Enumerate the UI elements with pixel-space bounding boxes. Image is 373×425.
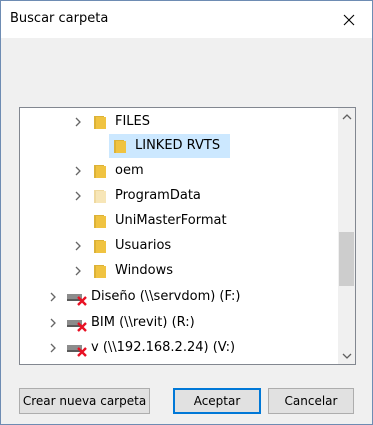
folder-icon (94, 215, 106, 228)
tree-item-label: LINKED RVTS (135, 138, 221, 153)
disconnected-network-drive-icon (67, 320, 87, 332)
chevron-down-icon (342, 353, 351, 359)
chevron-right-icon[interactable] (48, 317, 58, 329)
tree-item-label: ProgramData (115, 188, 201, 203)
close-icon (343, 14, 355, 25)
new-folder-button[interactable]: Crear nueva carpeta (19, 388, 150, 414)
tree-item-label: v (\\192.168.2.24) (V:) (91, 340, 236, 355)
tree-item-unimasterformat[interactable]: UniMasterFormat (20, 209, 337, 233)
folder-icon (94, 240, 106, 253)
tree-item-drive-r[interactable]: BIM (\\revit) (R:) (20, 311, 337, 335)
cancel-button[interactable]: Cancelar (268, 388, 354, 414)
folder-icon (94, 116, 106, 129)
folder-icon (94, 165, 106, 178)
chevron-right-icon[interactable] (48, 291, 58, 303)
tree-item-label: FILES (115, 114, 151, 129)
tree-item-label: BIM (\\revit) (R:) (91, 315, 195, 330)
tree-item-label: Diseño (\\servdom) (F:) (91, 289, 241, 304)
tree-item-label: UniMasterFormat (115, 213, 227, 228)
vertical-scrollbar[interactable] (338, 108, 355, 364)
tree-item-drive-v[interactable]: v (\\192.168.2.24) (V:) (20, 336, 337, 360)
accept-button[interactable]: Aceptar (173, 388, 261, 414)
hidden-folder-icon (94, 190, 106, 203)
tree-item-linked-rvts[interactable]: LINKED RVTS (20, 134, 337, 158)
chevron-right-icon[interactable] (73, 265, 83, 277)
tree-item-drive-f[interactable]: Diseño (\\servdom) (F:) (20, 285, 337, 309)
dialog-title: Buscar carpeta (10, 11, 109, 26)
tree-item-programdata[interactable]: ProgramData (20, 184, 337, 208)
scrollbar-thumb[interactable] (339, 232, 354, 286)
disconnected-network-drive-icon (67, 345, 87, 357)
chevron-right-icon[interactable] (73, 240, 83, 252)
chevron-right-icon[interactable] (73, 116, 83, 128)
chevron-right-icon[interactable] (73, 165, 83, 177)
tree-item-files[interactable]: FILES (20, 110, 337, 134)
folder-icon (114, 140, 126, 153)
tree-item-usuarios[interactable]: Usuarios (20, 234, 337, 258)
folder-tree[interactable]: FILES LINKED RVTS oem ProgramData UniMas… (19, 107, 356, 365)
chevron-up-icon (342, 113, 351, 119)
chevron-right-icon[interactable] (48, 342, 58, 354)
chevron-right-icon[interactable] (73, 190, 83, 202)
title-bar: Buscar carpeta (1, 1, 372, 38)
tree-item-windows[interactable]: Windows (20, 259, 337, 283)
tree-item-oem[interactable]: oem (20, 159, 337, 183)
folder-icon (94, 265, 106, 278)
disconnected-network-drive-icon (67, 294, 87, 306)
close-button[interactable] (326, 1, 372, 38)
tree-item-label: Usuarios (115, 238, 172, 253)
tree-item-label: Windows (115, 263, 174, 278)
scroll-up-button[interactable] (338, 108, 355, 125)
scroll-down-button[interactable] (338, 347, 355, 364)
tree-item-label: oem (115, 163, 144, 178)
